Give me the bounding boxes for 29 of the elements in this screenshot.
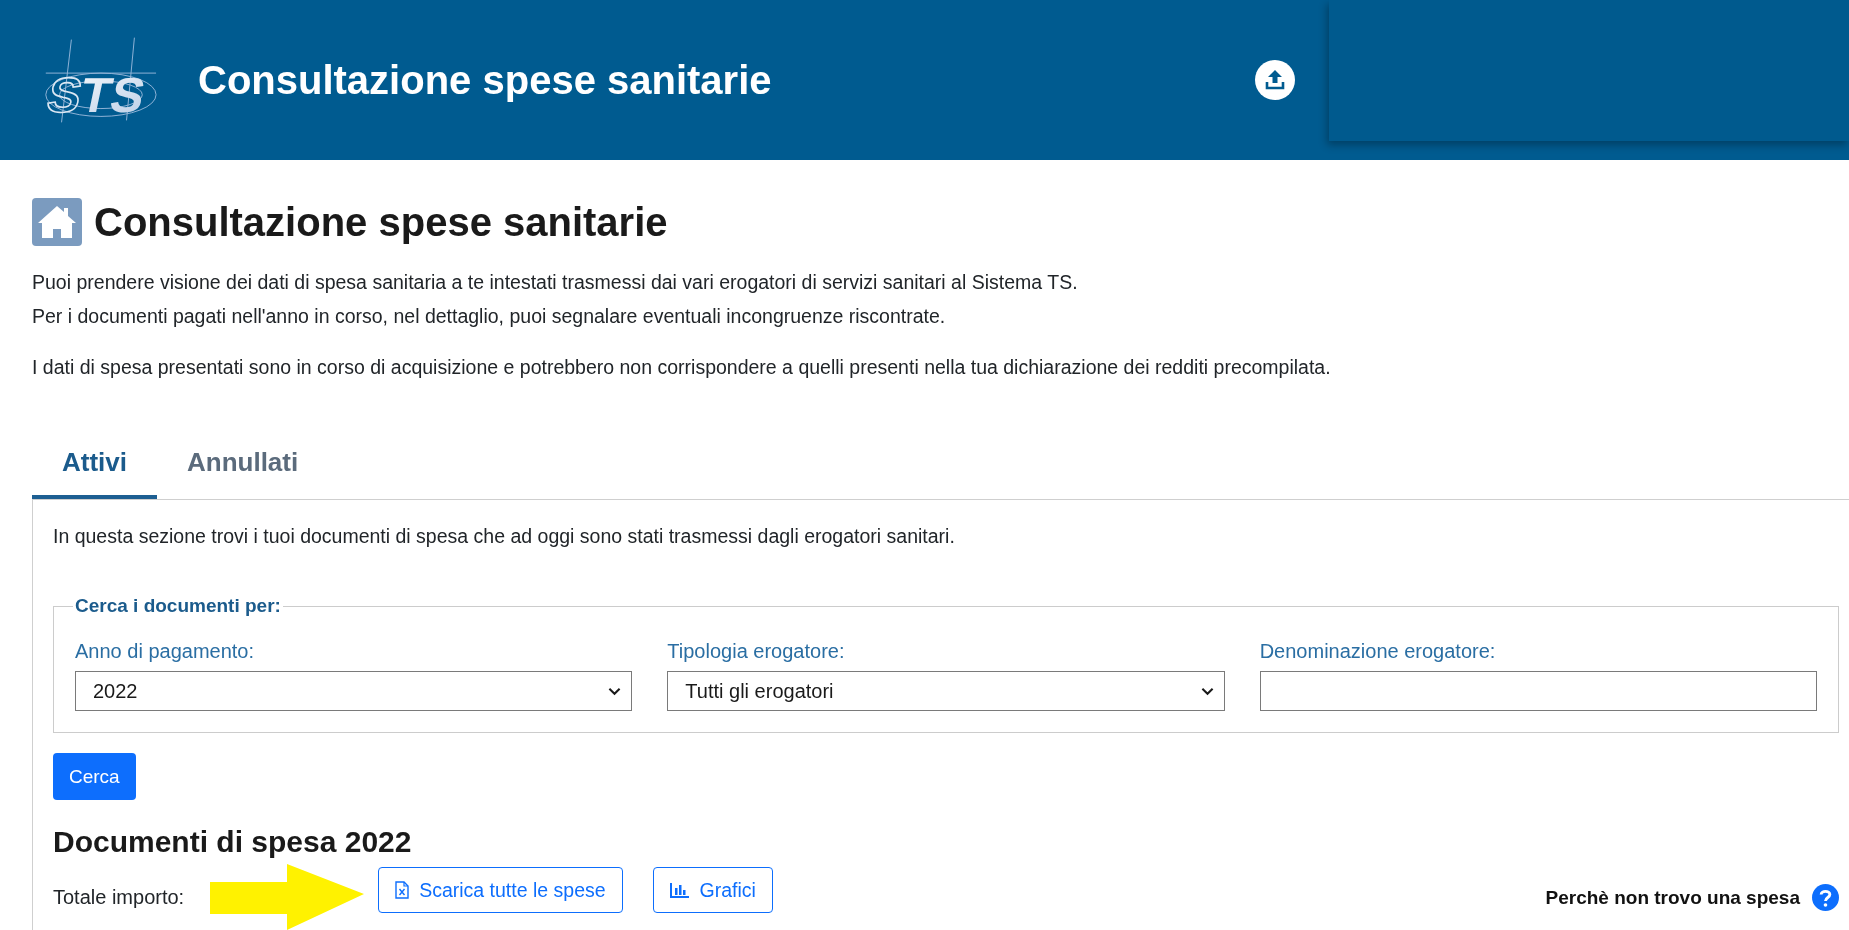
app-title: Consultazione spese sanitarie — [198, 57, 772, 103]
intro-text: Puoi prendere visione dei dati di spesa sanitaria a te intestati trasmessi dai vari erogatori di servizi sanitari al Sistema TS. — [32, 270, 1079, 295]
page-title: Consultazione spese sanitarie — [94, 199, 668, 246]
action-button[interactable]: Scarica tutte le spese — [378, 867, 623, 913]
chevron-down-icon — [608, 686, 622, 696]
intro-text: Per i documenti pagati nell'anno in corso, nel dettaglio, puoi segnalare eventuali incongruenze riscontrate. — [32, 304, 947, 329]
bar-chart-icon — [669, 882, 690, 898]
fieldset-legend: Cerca i documenti per: — [73, 594, 283, 618]
chevron-down-icon — [1200, 686, 1214, 696]
action-button[interactable]: Grafici — [652, 867, 773, 913]
intro-text: I dati di spesa presentati sono in corso di acquisizione e potrebbero non corrispondere a quelli presenti nella tua dichiarazione dei redditi precompilata. — [32, 355, 1332, 380]
field-label: Tipologia erogatore: — [667, 639, 845, 663]
field-label: Anno di pagamento: — [75, 639, 255, 663]
tab[interactable]: Attivi — [32, 430, 157, 499]
dropdown[interactable]: Tutti gli erogatori — [667, 671, 1225, 711]
section-heading: Documenti di spesa 2022 — [53, 824, 413, 860]
search-button[interactable]: Cerca — [53, 753, 136, 800]
total-label: Totale importo: — [53, 885, 185, 909]
section-description: In questa sezione trovi i tuoi documenti di spesa che ad oggi sono stati trasmessi dagli erogatori sanitari. — [53, 524, 956, 549]
text-field[interactable] — [1259, 671, 1817, 711]
help-icon[interactable] — [1812, 883, 1839, 911]
spreadsheet-file-icon — [395, 881, 410, 899]
dropdown[interactable]: 2022 — [75, 671, 633, 711]
home-icon — [32, 198, 82, 246]
upload-icon[interactable] — [1255, 60, 1295, 100]
field-label: Denominazione erogatore: — [1259, 639, 1496, 663]
logo: STS — [32, 33, 160, 127]
tab[interactable]: Annullati — [157, 430, 329, 499]
help-link[interactable]: Perchè non trovo una spesa — [1545, 887, 1800, 909]
